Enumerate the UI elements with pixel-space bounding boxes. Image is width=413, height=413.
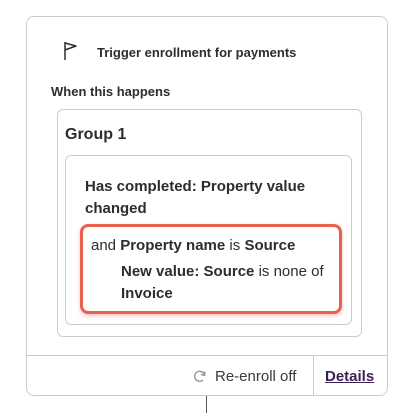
reenroll-status[interactable]: Re-enroll off [192,368,296,385]
footer-divider [313,356,314,395]
condition-card[interactable]: Has completed: Property value changed an… [65,155,352,325]
new-value-property: New value: Source [121,263,255,280]
connector-line [206,396,207,413]
condition-heading: Has completed: Property value changed [85,178,306,217]
reenroll-label: Re-enroll off [215,368,297,385]
refresh-icon [192,369,207,384]
filter-group[interactable]: Group 1 Has completed: Property value ch… [57,109,362,337]
and-label: and [91,237,117,254]
when-label: When this happens [51,84,171,99]
trigger-title: Trigger enrollment for payments [97,45,297,60]
highlighted-filter: and Property name is Source New value: S… [80,224,342,314]
filter-line-2: New value: Source is none of Invoice [121,261,341,305]
workflow-trigger-card: Trigger enrollment for payments When thi… [26,16,388,396]
trigger-header[interactable]: Trigger enrollment for payments [27,17,387,87]
filter-value: Invoice [121,285,173,302]
flag-icon [63,41,79,61]
operator-none-of: is none of [258,263,324,280]
property-value: Source [244,237,296,254]
filter-line-1: and Property name is Source [91,235,295,257]
group-title: Group 1 [65,126,127,143]
operator-is: is [229,237,241,254]
details-link[interactable]: Details [325,368,374,385]
card-footer: Re-enroll off Details [27,355,387,395]
property-name: Property name [120,237,226,254]
